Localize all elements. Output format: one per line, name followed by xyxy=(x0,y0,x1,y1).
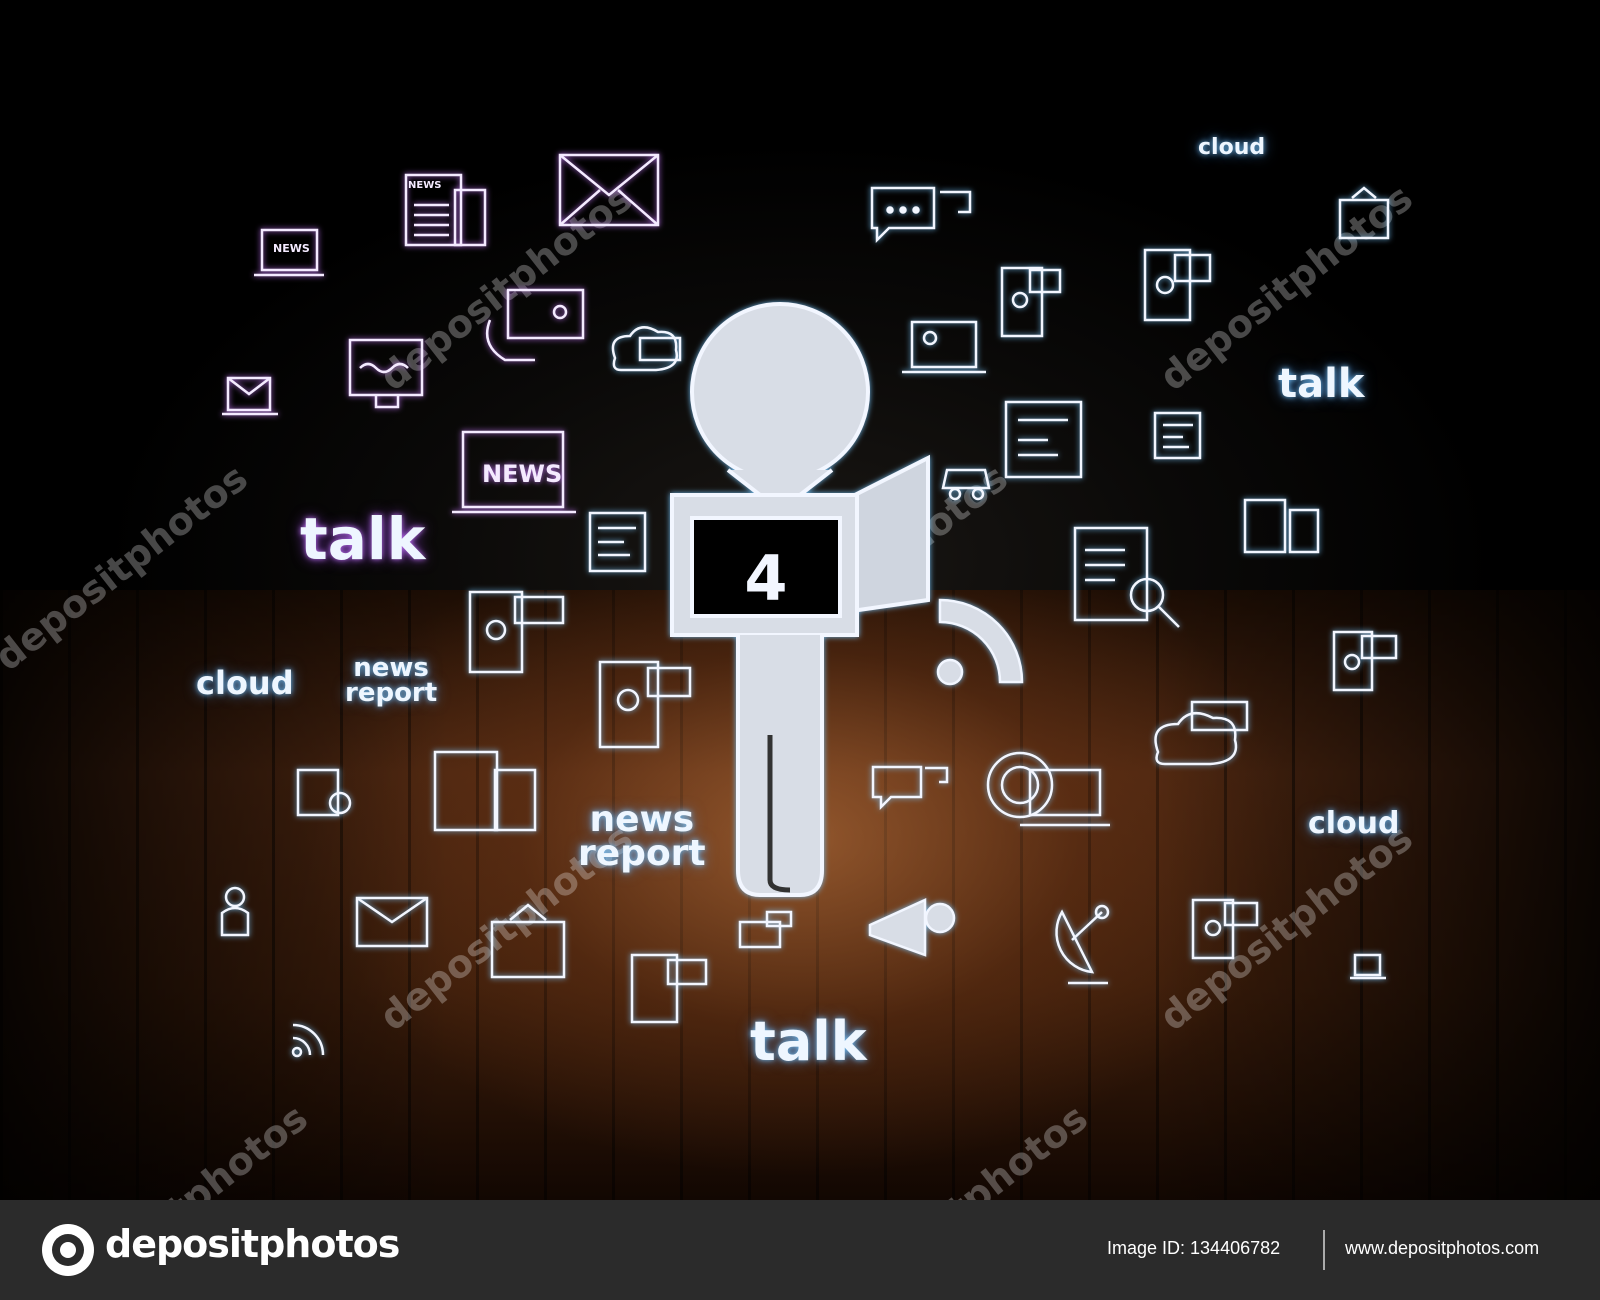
scene: depositphotos depositphotos depositphoto… xyxy=(0,0,1600,1200)
mobile-chat-icon xyxy=(468,590,565,674)
satellite-dish-icon xyxy=(1055,904,1110,985)
mobile-envelope-icon xyxy=(1143,248,1212,322)
target-laptop-icon xyxy=(986,751,1110,827)
newspaper-icon xyxy=(1243,498,1320,554)
person-icon xyxy=(220,886,250,937)
microphone-number: 4 xyxy=(744,542,787,615)
mobile-envelope-icon xyxy=(598,660,692,749)
chat-bubble-icon xyxy=(871,765,949,811)
envelope-icon xyxy=(355,896,429,948)
news-label: NEWS xyxy=(482,460,562,488)
monitor-icon xyxy=(348,338,424,409)
radio-icon xyxy=(1153,411,1202,460)
word-talk: talk xyxy=(750,1010,867,1073)
radio-icon xyxy=(1004,400,1083,479)
news-label: NEWS xyxy=(273,242,310,255)
word-talk: talk xyxy=(300,505,426,573)
clipboard-search-icon xyxy=(1073,526,1180,628)
depositphotos-logo-icon xyxy=(42,1224,94,1276)
envelope-chat-icon xyxy=(738,910,793,949)
newspaper-icon xyxy=(433,750,537,832)
radio-icon xyxy=(588,511,647,573)
mobile-chat-icon xyxy=(1332,630,1398,692)
word-cloud: cloud xyxy=(1198,135,1266,160)
site-url[interactable]: www.depositphotos.com xyxy=(1345,1238,1539,1259)
tv-icon xyxy=(1338,186,1390,240)
word-cloud: cloud xyxy=(196,664,294,702)
cloud-chat-icon xyxy=(611,326,682,372)
chat-bubbles-icon xyxy=(870,186,972,244)
megaphone-icon xyxy=(868,898,956,957)
mobile-chat-icon xyxy=(1191,898,1259,960)
contact-card-hand-icon xyxy=(485,288,585,362)
laptop-envelope-icon xyxy=(222,376,278,416)
clipboard-search-icon xyxy=(296,768,352,817)
word-news-report: news report xyxy=(345,653,438,708)
news-label: NEWS xyxy=(408,180,441,191)
envelope-icon xyxy=(558,153,660,227)
divider xyxy=(1323,1230,1325,1270)
rss-icon xyxy=(291,1023,325,1058)
word-cloud: cloud xyxy=(1308,806,1400,841)
cloud-chat-icon xyxy=(1154,700,1249,766)
word-news-report: news report xyxy=(578,799,706,875)
mobile-envelope-icon xyxy=(1000,266,1062,338)
logo-text: depositphotos xyxy=(105,1222,400,1266)
footer-bar: depositphotos Image ID: 134406782 www.de… xyxy=(0,1200,1600,1300)
tv-icon xyxy=(490,903,566,979)
word-talk: talk xyxy=(1278,361,1365,407)
laptop-contact-icon xyxy=(902,320,986,374)
image-id: Image ID: 134406782 xyxy=(1107,1238,1281,1258)
mobile-chat-icon xyxy=(630,953,708,1024)
laptop-envelope-icon xyxy=(1350,953,1386,980)
microphone-icon xyxy=(670,302,930,897)
car-icon xyxy=(941,468,991,501)
rss-icon xyxy=(936,598,1024,686)
